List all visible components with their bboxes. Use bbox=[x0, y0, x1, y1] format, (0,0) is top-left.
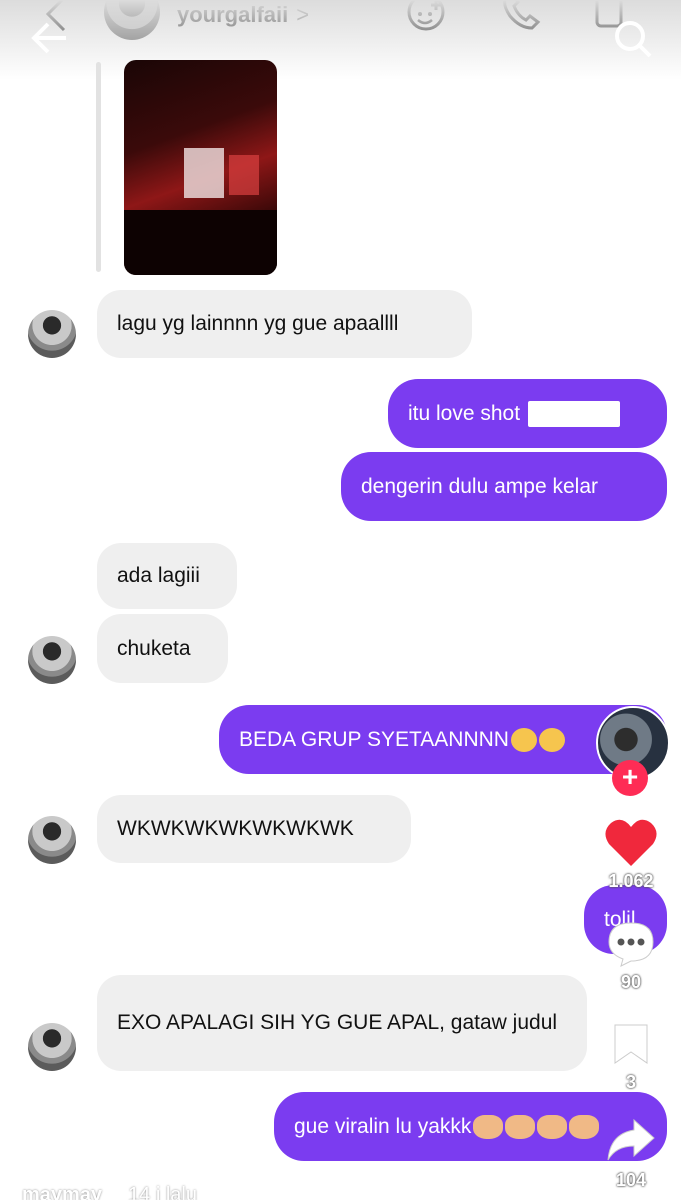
crying-emoji-icon bbox=[510, 727, 537, 752]
reply-indicator bbox=[96, 62, 101, 272]
message-incoming[interactable]: EXO APALAGI SIH YG GUE APAL, gataw judul bbox=[97, 975, 587, 1071]
fist-emoji-icon bbox=[537, 1114, 568, 1139]
contact-avatar[interactable] bbox=[28, 636, 76, 684]
contact-username[interactable]: yourgalfaii > bbox=[177, 2, 309, 28]
crying-emoji-icon bbox=[538, 727, 565, 752]
creator-username[interactable]: maymay 14 j lalu bbox=[22, 1184, 197, 1200]
follow-plus-icon[interactable]: + bbox=[612, 760, 648, 796]
contact-avatar[interactable] bbox=[28, 1023, 76, 1071]
share-count: 104 bbox=[615, 1170, 647, 1190]
audience-silhouette bbox=[124, 210, 277, 275]
sticker-add-icon[interactable] bbox=[404, 0, 450, 34]
phone-icon[interactable] bbox=[500, 0, 542, 34]
contact-avatar[interactable] bbox=[28, 816, 76, 864]
post-time: 14 j lalu bbox=[128, 1184, 197, 1200]
message-incoming[interactable]: chuketa bbox=[97, 614, 228, 683]
heart-icon[interactable] bbox=[604, 818, 658, 868]
redaction-mark bbox=[528, 400, 621, 427]
share-icon[interactable] bbox=[606, 1118, 656, 1162]
search-icon[interactable] bbox=[612, 18, 654, 60]
message-incoming[interactable]: lagu yg lainnnn yg gue apaallll bbox=[97, 290, 472, 358]
fist-emoji-icon bbox=[473, 1114, 504, 1139]
contact-avatar[interactable] bbox=[28, 310, 76, 358]
shared-video-thumbnail[interactable] bbox=[124, 60, 277, 275]
save-count: 3 bbox=[625, 1072, 636, 1092]
message-incoming[interactable]: WKWKWKWKWKWKWK bbox=[97, 795, 411, 863]
stage-screen bbox=[184, 148, 224, 198]
comment-count: 90 bbox=[620, 972, 642, 992]
fist-emoji-icon bbox=[505, 1114, 536, 1139]
fist-emoji-icon bbox=[569, 1114, 600, 1139]
message-incoming[interactable]: ada lagiii bbox=[97, 543, 237, 609]
message-outgoing[interactable]: dengerin dulu ampe kelar bbox=[341, 452, 667, 521]
chat-header: yourgalfaii > bbox=[0, 0, 681, 44]
like-count: 1.062 bbox=[608, 871, 654, 891]
message-outgoing[interactable]: itu love shot bbox=[388, 379, 667, 448]
bookmark-icon[interactable] bbox=[612, 1022, 650, 1066]
contact-avatar[interactable] bbox=[104, 0, 160, 40]
stage-light bbox=[229, 155, 259, 195]
comment-icon[interactable] bbox=[607, 921, 655, 967]
back-arrow-icon[interactable] bbox=[30, 20, 70, 56]
chevron-right-icon: > bbox=[296, 2, 310, 27]
